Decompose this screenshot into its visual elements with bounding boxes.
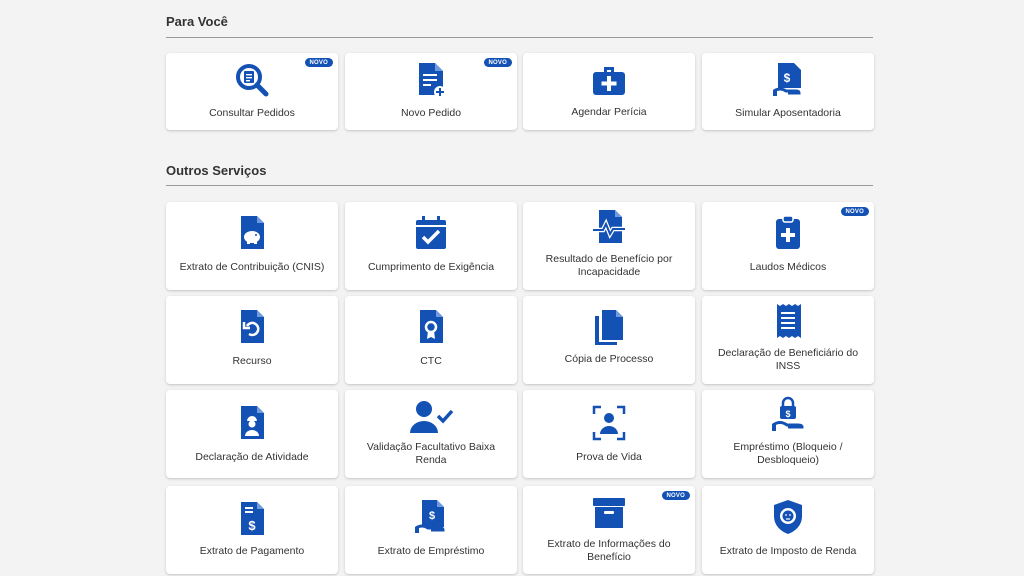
card-novo-pedido[interactable]: NOVO Novo Pedido bbox=[345, 53, 517, 130]
copy-documents-icon bbox=[591, 308, 627, 346]
calendar-check-icon bbox=[413, 214, 449, 252]
card-label: Recurso bbox=[232, 355, 272, 367]
card-declaracao-atividade[interactable]: Declaração de Atividade bbox=[166, 390, 338, 478]
card-extrato-contribuicao[interactable]: Extrato de Contribuição (CNIS) bbox=[166, 202, 338, 290]
heartbeat-document-icon bbox=[591, 208, 627, 246]
undo-document-icon bbox=[234, 308, 270, 346]
card-declaracao-beneficiario[interactable]: Declaração de Beneficiário do INSS bbox=[702, 296, 874, 384]
card-label: CTC bbox=[420, 355, 442, 367]
new-document-icon bbox=[413, 61, 449, 99]
card-label: Prova de Vida bbox=[576, 451, 642, 463]
face-scan-icon bbox=[591, 404, 627, 442]
medical-kit-icon bbox=[591, 61, 627, 99]
card-extrato-pagamento[interactable]: $ Extrato de Pagamento bbox=[166, 486, 338, 574]
card-copia-processo[interactable]: Cópia de Processo bbox=[523, 296, 695, 384]
loan-lock-icon: $ bbox=[770, 396, 806, 434]
card-label: Cópia de Processo bbox=[564, 353, 654, 365]
section-divider bbox=[166, 37, 873, 38]
card-label: Consultar Pedidos bbox=[209, 107, 295, 119]
card-label: Agendar Perícia bbox=[571, 106, 647, 118]
payment-document-icon: $ bbox=[234, 500, 270, 538]
card-label: Extrato de Informações do Benefício bbox=[547, 538, 671, 563]
services-page: Para Você NOVO Consultar Pedidos NOVO No… bbox=[0, 0, 1024, 576]
retirement-document-icon: $ bbox=[770, 61, 806, 99]
section-title-para-voce: Para Você bbox=[166, 14, 228, 29]
new-badge: NOVO bbox=[304, 58, 333, 67]
card-label: Extrato de Empréstimo bbox=[377, 545, 485, 557]
card-simular-aposentadoria[interactable]: $ Simular Aposentadoria bbox=[702, 53, 874, 130]
svg-text:$: $ bbox=[248, 518, 256, 533]
card-label: Simular Aposentadoria bbox=[735, 107, 841, 119]
card-label: Extrato de Contribuição (CNIS) bbox=[179, 261, 325, 273]
card-resultado-beneficio[interactable]: Resultado de Benefício por Incapacidade bbox=[523, 202, 695, 290]
card-laudos-medicos[interactable]: NOVO Laudos Médicos bbox=[702, 202, 874, 290]
new-badge: NOVO bbox=[840, 207, 869, 216]
card-ctc[interactable]: CTC bbox=[345, 296, 517, 384]
card-label: Novo Pedido bbox=[400, 107, 462, 119]
card-label: Resultado de Benefício por Incapacidade bbox=[545, 253, 673, 278]
section-title-outros-servicos: Outros Serviços bbox=[166, 163, 267, 178]
search-document-icon bbox=[234, 61, 270, 99]
new-badge: NOVO bbox=[661, 491, 690, 500]
card-validacao-facultativo[interactable]: Validação Facultativo Baixa Renda bbox=[345, 390, 517, 478]
card-consultar-pedidos[interactable]: NOVO Consultar Pedidos bbox=[166, 53, 338, 130]
loan-document-icon: $ bbox=[413, 498, 449, 536]
card-extrato-informacoes[interactable]: NOVO Extrato de Informações do Benefício bbox=[523, 486, 695, 574]
card-prova-de-vida[interactable]: Prova de Vida bbox=[523, 390, 695, 478]
card-recurso[interactable]: Recurso bbox=[166, 296, 338, 384]
card-label: Empréstimo (Bloqueio / Desbloqueio) bbox=[733, 441, 843, 466]
card-label: Extrato de Imposto de Renda bbox=[719, 545, 857, 557]
card-label: Extrato de Pagamento bbox=[199, 545, 305, 557]
new-badge: NOVO bbox=[483, 58, 512, 67]
card-extrato-imposto-renda[interactable]: Extrato de Imposto de Renda bbox=[702, 486, 874, 574]
piggy-bank-document-icon bbox=[234, 214, 270, 252]
archive-box-icon bbox=[591, 494, 627, 532]
svg-text:$: $ bbox=[785, 409, 790, 419]
svg-text:$: $ bbox=[784, 71, 791, 85]
section-divider bbox=[166, 185, 873, 186]
lion-shield-icon bbox=[770, 498, 806, 536]
card-label: Cumprimento de Exigência bbox=[367, 261, 495, 273]
card-emprestimo-bloqueio[interactable]: $ Empréstimo (Bloqueio / Desbloqueio) bbox=[702, 390, 874, 478]
card-agendar-pericia[interactable]: Agendar Perícia bbox=[523, 53, 695, 130]
medical-clipboard-icon bbox=[770, 214, 806, 252]
worker-document-icon bbox=[234, 404, 270, 442]
user-check-icon bbox=[407, 398, 455, 436]
svg-text:$: $ bbox=[429, 510, 435, 522]
card-label: Declaração de Atividade bbox=[195, 451, 309, 463]
certificate-document-icon bbox=[413, 308, 449, 346]
card-label: Laudos Médicos bbox=[749, 261, 827, 273]
card-label: Validação Facultativo Baixa Renda bbox=[366, 441, 496, 466]
card-label: Declaração de Beneficiário do INSS bbox=[717, 347, 859, 372]
card-extrato-emprestimo[interactable]: $ Extrato de Empréstimo bbox=[345, 486, 517, 574]
card-cumprimento-exigencia[interactable]: Cumprimento de Exigência bbox=[345, 202, 517, 290]
receipt-icon bbox=[770, 302, 806, 340]
